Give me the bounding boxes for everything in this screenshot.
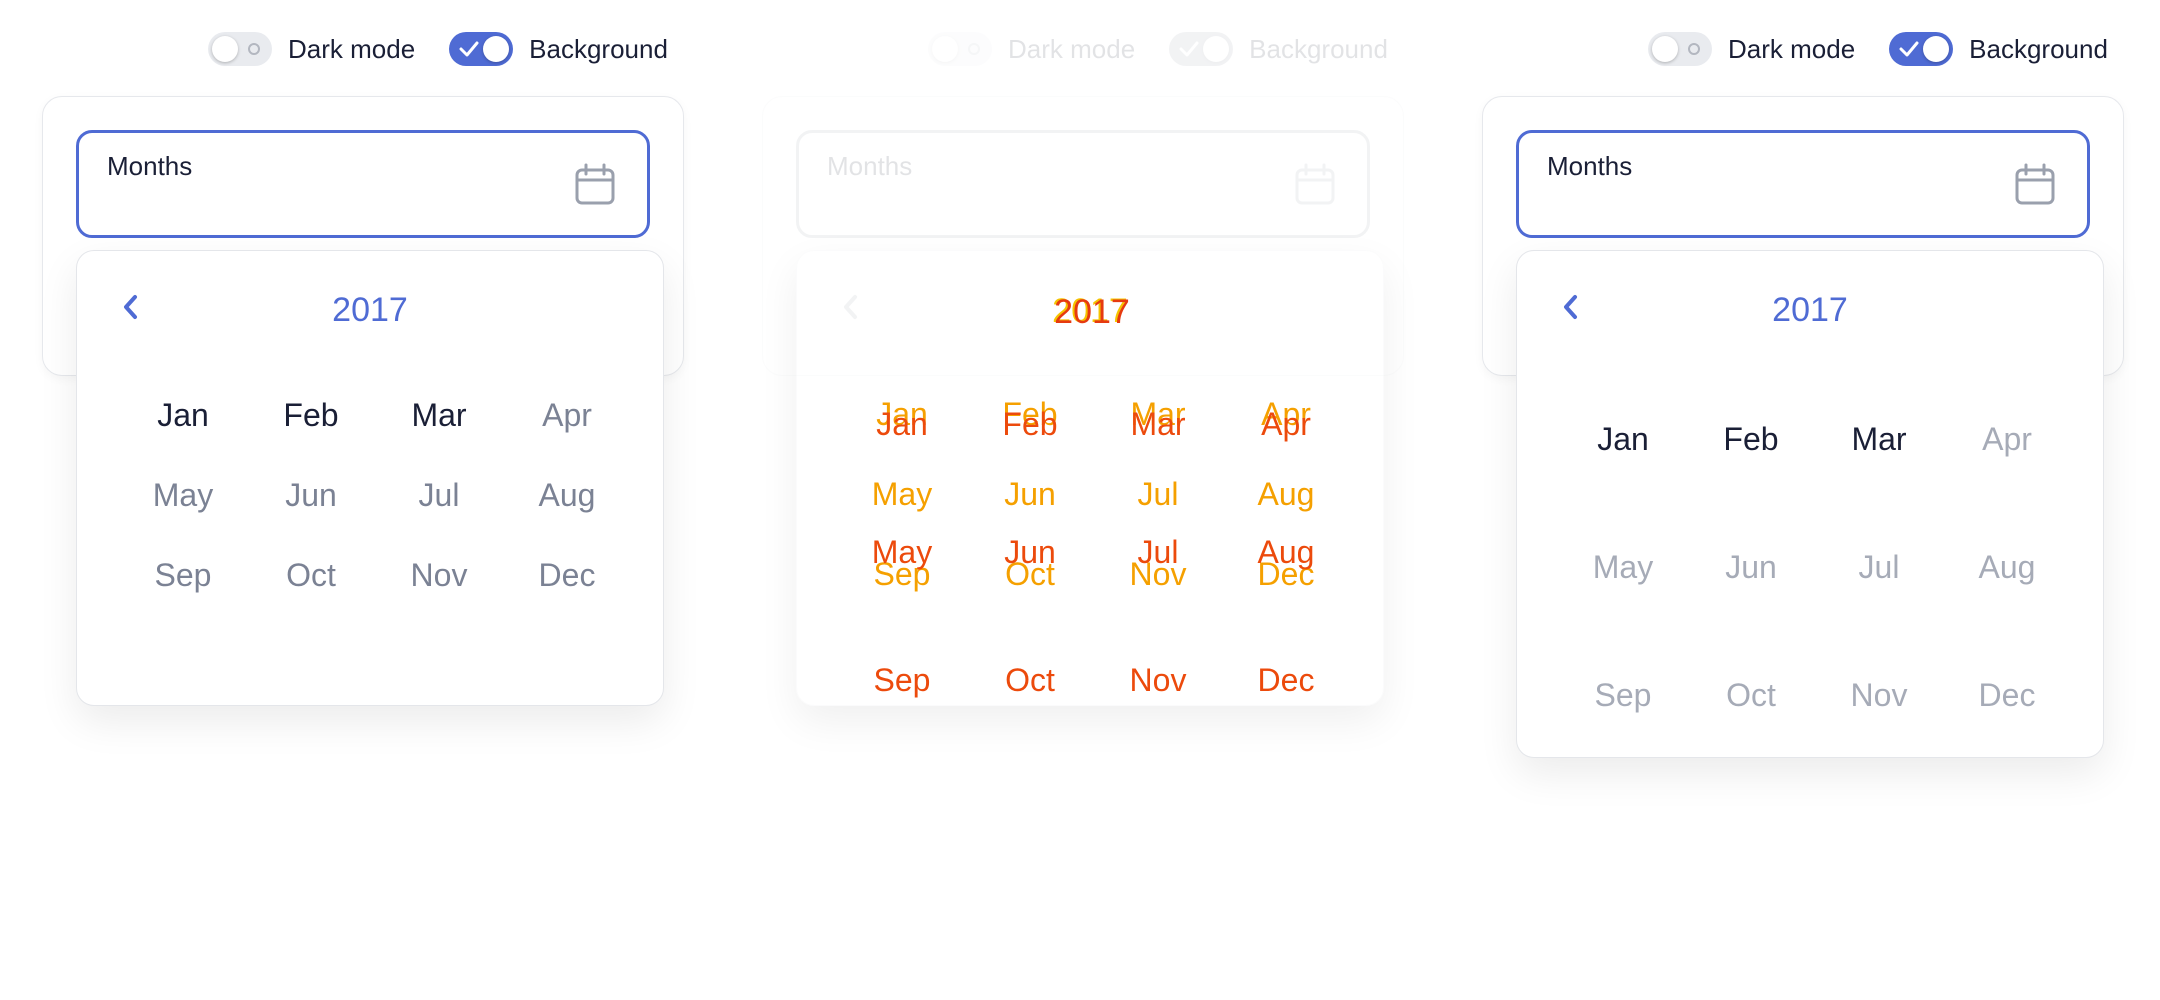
- background-toggle-wrap: Background: [1889, 32, 2108, 66]
- month-jun[interactable]: Jun: [247, 455, 375, 535]
- month-jul[interactable]: Jul: [1815, 503, 1943, 631]
- dark-mode-toggle[interactable]: [1648, 32, 1712, 66]
- calendar-icon[interactable]: [2013, 163, 2057, 207]
- month-nov[interactable]: Nov: [1815, 631, 1943, 759]
- month-grid: Jan Feb Mar Apr May Jun Jul Aug Sep Oct …: [1559, 375, 2071, 759]
- month-jun[interactable]: Jun: [1687, 503, 1815, 631]
- month-apr: Apr: [1261, 406, 1311, 442]
- month-grid-ghost-expanded: Jan Feb Mar Apr May Jun Jul Aug Sep Oct …: [838, 384, 1350, 768]
- month-oct: Oct: [1005, 662, 1055, 698]
- month-grid: Jan Feb Mar Apr May Jun Jul Aug Sep Oct …: [119, 375, 631, 615]
- calendar-icon[interactable]: [573, 163, 617, 207]
- month-mar[interactable]: Mar: [1815, 375, 1943, 503]
- month-jan: Jan: [876, 406, 928, 442]
- background-toggle-wrap: Background: [449, 32, 668, 66]
- toggle-knob: [1652, 36, 1678, 62]
- month-feb[interactable]: Feb: [247, 375, 375, 455]
- month-dec[interactable]: Dec: [503, 535, 631, 615]
- dark-mode-label: Dark mode: [288, 33, 416, 64]
- month-apr[interactable]: Apr: [503, 375, 631, 455]
- month-may[interactable]: May: [119, 455, 247, 535]
- month-dec[interactable]: Dec: [1943, 631, 2071, 759]
- month-jun: Jun: [1004, 534, 1056, 570]
- month-picker-popup: 2017 Jan Feb Mar Apr May Jun Jul Aug Sep…: [76, 250, 664, 706]
- check-icon: [1899, 41, 1919, 57]
- month-sep: Sep: [873, 662, 931, 698]
- year-label[interactable]: 2017: [1517, 291, 2103, 330]
- background-label: Background: [529, 33, 668, 64]
- month-aug[interactable]: Aug: [503, 455, 631, 535]
- month-apr[interactable]: Apr: [1943, 375, 2071, 503]
- dark-mode-toggle-wrap: Dark mode: [1648, 32, 1855, 66]
- month-oct[interactable]: Oct: [247, 535, 375, 615]
- month-nov[interactable]: Nov: [375, 535, 503, 615]
- month-jul: Jul: [1137, 534, 1179, 570]
- months-field-label: Months: [107, 151, 193, 181]
- month-nov: Nov: [1129, 662, 1187, 698]
- panel-left: Dark mode Background Months 2017 Jan Feb…: [0, 0, 700, 1000]
- off-ring-icon: [1688, 43, 1700, 55]
- month-may: May: [871, 534, 933, 570]
- background-toggle[interactable]: [449, 32, 514, 66]
- month-jul[interactable]: Jul: [375, 455, 503, 535]
- controls: Dark mode Background: [1648, 32, 2142, 66]
- month-sep[interactable]: Sep: [1559, 631, 1687, 759]
- controls: Dark mode Background: [208, 32, 702, 66]
- panel-right: Dark mode Background Months 2017 Jan Feb…: [1440, 0, 2140, 1000]
- months-field[interactable]: Months: [76, 130, 650, 238]
- month-aug[interactable]: Aug: [1943, 503, 2071, 631]
- year-label[interactable]: 2017: [77, 291, 663, 330]
- check-icon: [459, 41, 479, 57]
- month-picker-popup: 2017 Jan Feb Mar Apr May Jun Jul Aug Sep…: [1516, 250, 2104, 758]
- month-aug: Aug: [1257, 534, 1315, 570]
- toggle-knob: [483, 36, 510, 62]
- background-toggle[interactable]: [1889, 32, 1954, 66]
- month-mar: Mar: [1130, 406, 1186, 442]
- off-ring-icon: [248, 43, 260, 55]
- month-oct[interactable]: Oct: [1687, 631, 1815, 759]
- month-jan[interactable]: Jan: [119, 375, 247, 455]
- toggle-knob: [212, 36, 238, 62]
- month-feb: Feb: [1002, 406, 1058, 442]
- month-may[interactable]: May: [1559, 503, 1687, 631]
- panel-middle: Dark mode Background Months 2017 2017 Ja…: [720, 0, 1420, 1000]
- month-mar[interactable]: Mar: [375, 375, 503, 455]
- dark-mode-toggle-wrap: Dark mode: [208, 32, 415, 66]
- dark-mode-label: Dark mode: [1728, 33, 1856, 64]
- months-field-label: Months: [1547, 151, 1633, 181]
- year-label-ghost-shifted: 2017: [1054, 293, 1130, 331]
- months-field[interactable]: Months: [1516, 130, 2090, 238]
- background-label: Background: [1969, 33, 2108, 64]
- month-feb[interactable]: Feb: [1687, 375, 1815, 503]
- month-sep[interactable]: Sep: [119, 535, 247, 615]
- month-dec: Dec: [1257, 662, 1315, 698]
- dark-mode-toggle[interactable]: [208, 32, 272, 66]
- toggle-knob: [1923, 36, 1950, 62]
- month-jan[interactable]: Jan: [1559, 375, 1687, 503]
- transition-overlay: 2017 2017 Jan Feb Mar Apr May Jun Jul Au…: [720, 0, 1420, 1000]
